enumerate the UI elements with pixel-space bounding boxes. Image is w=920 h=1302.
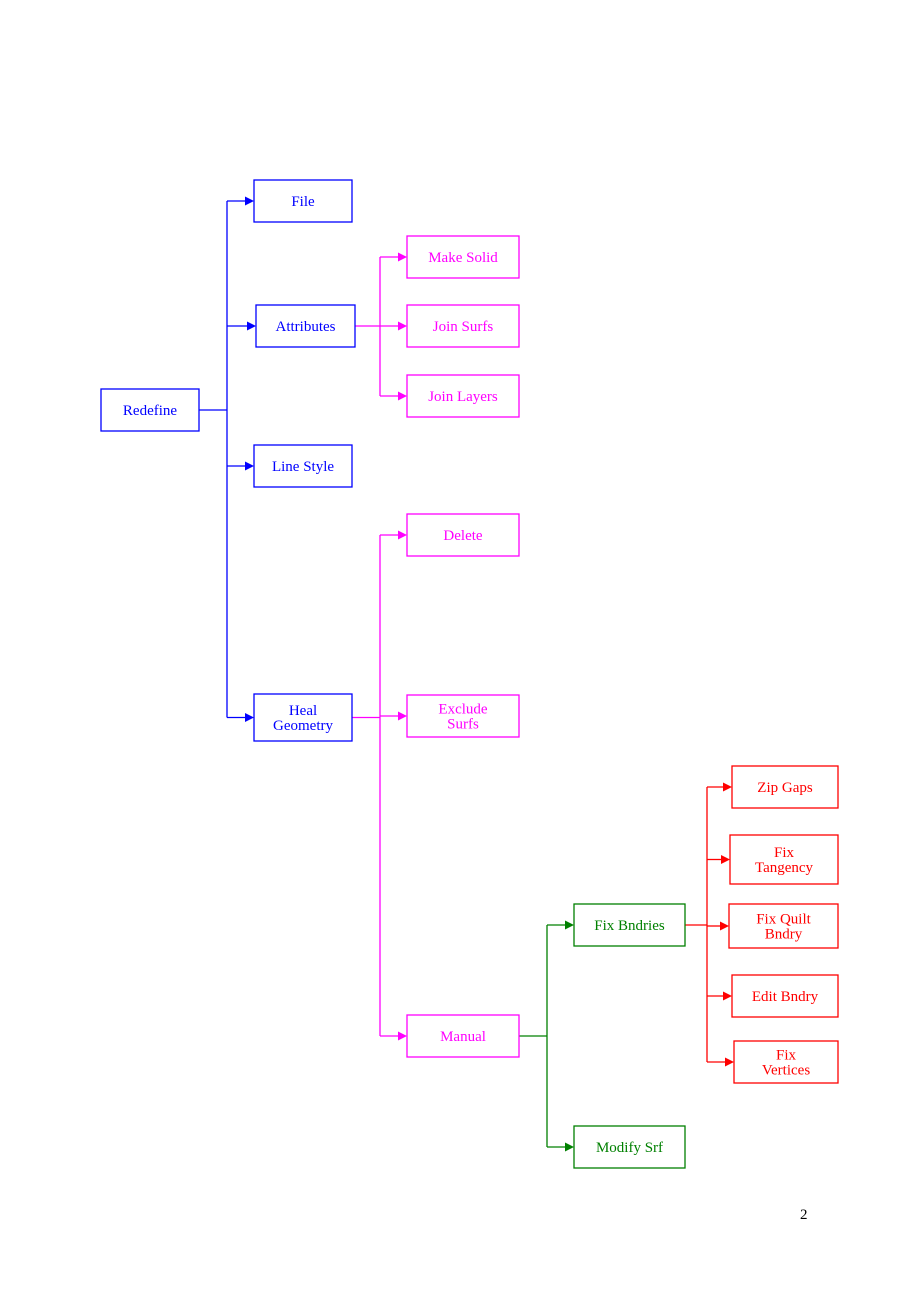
node-label: Manual: [440, 1029, 486, 1045]
page-number: 2: [800, 1207, 808, 1223]
node-label: Delete: [443, 528, 482, 544]
arrowhead-icon: [398, 711, 407, 721]
node-heal-geometry: HealGeometry: [253, 693, 353, 742]
node-label: Modify Srf: [596, 1140, 663, 1156]
arrowhead-icon: [565, 920, 574, 930]
node-join-layers: Join Layers: [406, 374, 520, 418]
node-fix-vertices: FixVertices: [733, 1040, 839, 1084]
arrowhead-icon: [721, 855, 730, 864]
node-label: Heal: [289, 703, 317, 719]
connector-fix-bndries: [685, 782, 734, 1067]
node-label: Line Style: [272, 459, 334, 475]
node-delete: Delete: [406, 513, 520, 557]
arrowhead-icon: [565, 1142, 574, 1152]
node-zip-gaps: Zip Gaps: [731, 765, 839, 809]
node-label: Fix Bndries: [594, 918, 665, 934]
node-edit-bndry: Edit Bndry: [731, 974, 839, 1018]
arrowhead-icon: [398, 391, 407, 401]
arrowhead-icon: [723, 991, 732, 1001]
node-fix-quilt-bndry: Fix QuiltBndry: [728, 903, 839, 949]
node-label: Tangency: [755, 860, 814, 876]
node-label: Geometry: [273, 718, 333, 734]
node-fix-bndries: Fix Bndries: [573, 903, 686, 947]
node-fix-tangency: FixTangency: [729, 834, 839, 885]
node-label: Exclude: [438, 702, 487, 718]
node-label: Vertices: [762, 1063, 810, 1079]
node-label: File: [291, 194, 315, 210]
node-label: Surfs: [447, 717, 479, 733]
arrowhead-icon: [725, 1057, 734, 1067]
node-join-surfs: Join Surfs: [406, 304, 520, 348]
node-file: File: [253, 179, 353, 223]
arrowhead-icon: [720, 921, 729, 931]
node-label: Zip Gaps: [757, 780, 813, 796]
hierarchy-diagram: Redefine File Attributes Line Style HealGeom…: [100, 179, 839, 1169]
arrowhead-icon: [247, 321, 256, 331]
node-label: Fix: [774, 845, 795, 861]
node-line-style: Line Style: [253, 444, 353, 488]
arrowhead-icon: [245, 461, 254, 471]
arrowhead-icon: [398, 530, 407, 540]
connector-heal-geometry: [352, 530, 407, 1041]
arrowhead-icon: [245, 713, 254, 722]
node-label: Bndry: [765, 927, 803, 943]
arrowhead-icon: [398, 252, 407, 262]
node-label: Join Layers: [428, 389, 498, 405]
node-label: Join Surfs: [433, 319, 494, 335]
connector-attributes: [355, 252, 407, 401]
node-label: Attributes: [276, 319, 336, 335]
node-label: Make Solid: [428, 250, 498, 266]
arrowhead-icon: [398, 321, 407, 331]
nodes: Redefine File Attributes Line Style HealGeom…: [100, 179, 839, 1169]
arrowhead-icon: [245, 196, 254, 206]
connector-redefine: [199, 196, 256, 722]
node-redefine: Redefine: [100, 388, 200, 432]
node-label: Fix Quilt: [756, 912, 811, 928]
arrowhead-icon: [723, 782, 732, 792]
node-label: Fix: [776, 1048, 797, 1064]
node-attributes: Attributes: [255, 304, 356, 348]
node-exclude-surfs: ExcludeSurfs: [406, 694, 520, 738]
node-modify-srf: Modify Srf: [573, 1125, 686, 1169]
node-manual: Manual: [406, 1014, 520, 1058]
node-label: Redefine: [123, 403, 177, 419]
arrowhead-icon: [398, 1031, 407, 1041]
node-make-solid: Make Solid: [406, 235, 520, 279]
node-label: Edit Bndry: [752, 989, 819, 1005]
connector-manual: [519, 920, 574, 1152]
